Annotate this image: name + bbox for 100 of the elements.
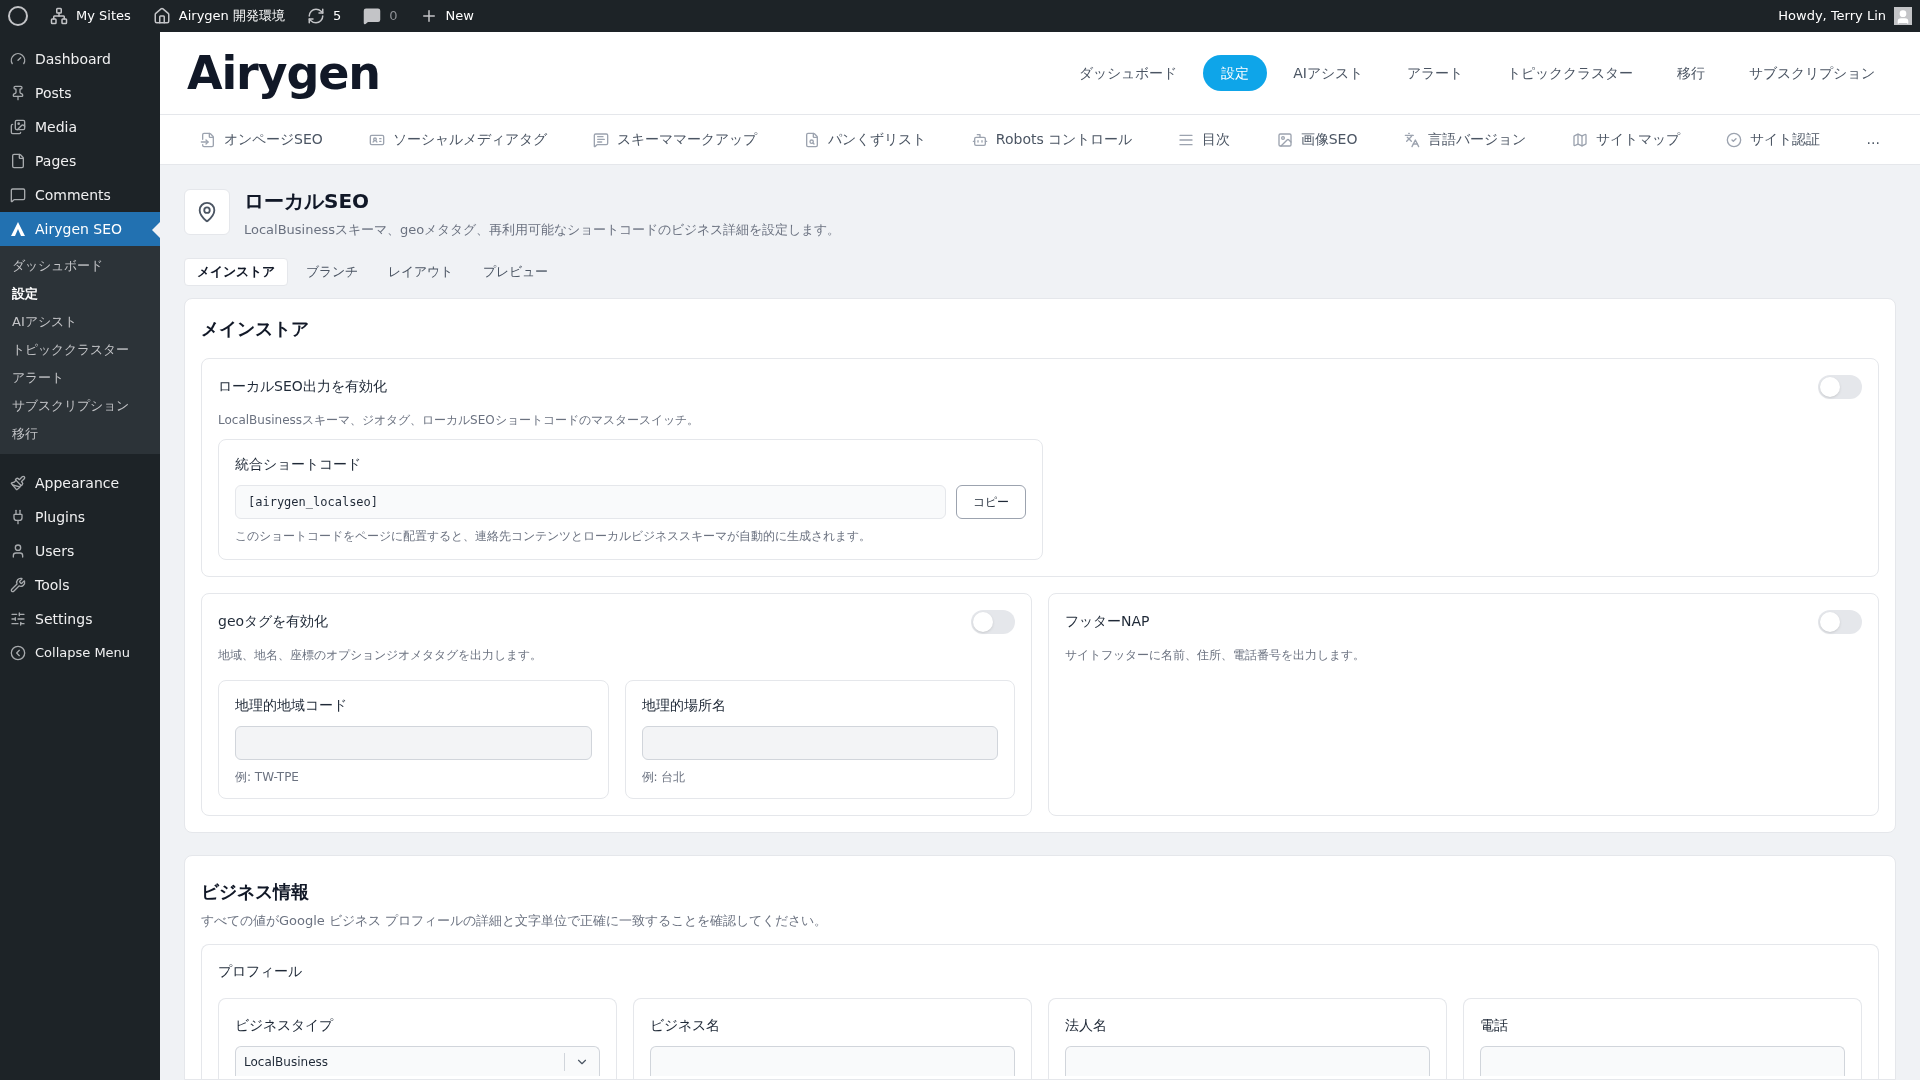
map-pin-icon	[196, 201, 218, 223]
setting-description: LocalBusinessスキーマ、ジオタグ、ローカルSEOショートコードのマスタースイッチ。	[218, 411, 700, 429]
sidebar-item[interactable]: Plugins	[0, 500, 160, 534]
settings-tab[interactable]: ソーシャルメディアタグ	[369, 129, 548, 150]
setting-label: フッターNAP	[1065, 612, 1150, 631]
collapse-icon	[10, 645, 26, 661]
toggle-switch[interactable]	[1818, 609, 1862, 634]
verify-icon	[1726, 131, 1743, 148]
settings-tab[interactable]: オンページSEO	[200, 129, 323, 150]
field-label: 統合ショートコード	[235, 454, 362, 474]
setting-label: geoタグを有効化	[218, 612, 329, 631]
submenu-item[interactable]: 設定	[0, 280, 160, 308]
text-field[interactable]	[1480, 1046, 1845, 1076]
home-icon	[152, 7, 171, 25]
section-title: メインストア	[201, 316, 310, 341]
sidebar-item[interactable]: Settings	[0, 602, 160, 636]
settings-tab[interactable]: パンくずリスト	[803, 129, 926, 150]
sub-tab[interactable]: ブランチ	[294, 257, 370, 286]
updates-count[interactable]: 5	[332, 6, 342, 26]
field-hint: 例: TW-TPE	[235, 768, 300, 786]
settings-tab[interactable]: ...	[1866, 129, 1880, 150]
shortcode-field[interactable]: [airygen_localseo]	[235, 484, 946, 519]
nav-link[interactable]: アラート	[1389, 55, 1481, 91]
sidebar-item[interactable]: Tools	[0, 568, 160, 602]
robots-icon	[971, 131, 988, 148]
breadcrumb-icon	[803, 131, 820, 148]
refresh-icon	[306, 7, 325, 25]
onpage-icon	[200, 131, 216, 148]
field-label: 地理的地域コード	[235, 695, 348, 715]
comments-icon	[10, 187, 26, 203]
sidebar-item[interactable]: Users	[0, 534, 160, 568]
text-field[interactable]	[1065, 1046, 1430, 1076]
submenu-item[interactable]: AIアシスト	[0, 308, 160, 336]
help-text: このショートコードをページに配置すると、連絡先コンテンツとローカルビジネススキーマが自動的に生成されます。	[235, 527, 872, 545]
comments-count[interactable]: 0	[389, 6, 398, 26]
setting-label: ローカルSEO出力を有効化	[218, 377, 387, 396]
posts-icon	[10, 85, 26, 101]
triangle-logo-icon	[10, 221, 26, 237]
settings-tab[interactable]: Robots コントロール	[971, 129, 1133, 150]
plugins-icon	[10, 509, 26, 525]
setting-description: サイトフッターに名前、住所、電話番号を出力します。	[1065, 646, 1366, 664]
settings-tab[interactable]: 言語バージョン	[1403, 129, 1526, 150]
toggle-switch[interactable]	[1818, 374, 1862, 399]
sub-tab[interactable]: プレビュー	[471, 257, 560, 286]
language-icon	[1403, 131, 1420, 148]
settings-icon	[10, 611, 26, 627]
field-label: 電話	[1480, 1016, 1509, 1035]
section-title: ビジネス情報	[201, 879, 310, 904]
sidebar-item[interactable]: Airygen SEO	[0, 212, 160, 246]
appearance-icon	[10, 475, 26, 491]
logo-text: Airygen	[187, 44, 380, 102]
settings-tab[interactable]: サイト認証	[1726, 129, 1821, 150]
avatar-icon[interactable]	[1894, 7, 1912, 25]
submenu-item[interactable]: トピッククラスター	[0, 336, 160, 364]
nav-link[interactable]: トピッククラスター	[1489, 55, 1651, 91]
submenu-item[interactable]: アラート	[0, 364, 160, 392]
page-description: LocalBusinessスキーマ、geoメタタグ、再利用可能なショートコードのビジネス詳細を設定します。	[244, 221, 841, 239]
submenu-item[interactable]: サブスクリプション	[0, 392, 160, 420]
business-type-select[interactable]: LocalBusiness	[235, 1046, 600, 1076]
site-name-link[interactable]: Airygen 開発環境	[178, 6, 285, 26]
pages-icon	[10, 153, 26, 169]
new-link[interactable]: New	[445, 6, 474, 26]
comment-icon	[363, 7, 382, 25]
field-label: ビジネス名	[650, 1016, 721, 1035]
network-icon	[50, 7, 68, 25]
field-label: 法人名	[1065, 1016, 1108, 1035]
nav-link[interactable]: ダッシュボード	[1061, 55, 1196, 91]
text-field[interactable]	[235, 725, 592, 760]
subsection-title: プロフィール	[218, 962, 303, 981]
sub-tab[interactable]: メインストア	[184, 257, 288, 286]
submenu-item[interactable]: ダッシュボード	[0, 252, 160, 280]
settings-tab[interactable]: サイトマップ	[1572, 129, 1680, 150]
field-label: ビジネスタイプ	[235, 1016, 335, 1035]
toggle-switch[interactable]	[971, 609, 1015, 634]
image-icon	[1276, 131, 1293, 148]
settings-tab[interactable]: 画像SEO	[1276, 129, 1358, 150]
nav-link[interactable]: 移行	[1659, 55, 1723, 91]
sidebar-item[interactable]: Comments	[0, 178, 160, 212]
settings-tab[interactable]: スキーママークアップ	[593, 129, 758, 150]
page-title: ローカルSEO	[244, 189, 371, 214]
sub-tab[interactable]: レイアウト	[376, 257, 465, 286]
field-label: 地理的場所名	[641, 695, 727, 715]
sidebar-item[interactable]: Collapse Menu	[0, 636, 160, 670]
media-icon	[10, 119, 26, 135]
sidebar-item[interactable]: Pages	[0, 144, 160, 178]
settings-tab[interactable]: 目次	[1178, 129, 1231, 150]
copy-button[interactable]: コピー	[956, 484, 1026, 519]
sidebar-item[interactable]: Media	[0, 110, 160, 144]
nav-link[interactable]: サブスクリプション	[1731, 55, 1893, 91]
text-field[interactable]	[641, 725, 998, 760]
setting-description: 地域、地名、座標のオプションジオメタタグを出力します。	[218, 646, 543, 664]
sidebar-item[interactable]: Appearance	[0, 466, 160, 500]
sidebar-item[interactable]: Dashboard	[0, 42, 160, 76]
sidebar-item[interactable]: Posts	[0, 76, 160, 110]
nav-link[interactable]: AIアシスト	[1275, 55, 1381, 91]
submenu-item[interactable]: 移行	[0, 420, 160, 448]
text-field[interactable]	[650, 1046, 1015, 1076]
greeting-text[interactable]: Howdy, Terry Lin	[1778, 6, 1886, 26]
my-sites-link[interactable]: My Sites	[76, 6, 131, 26]
dashboard-icon	[10, 51, 26, 67]
